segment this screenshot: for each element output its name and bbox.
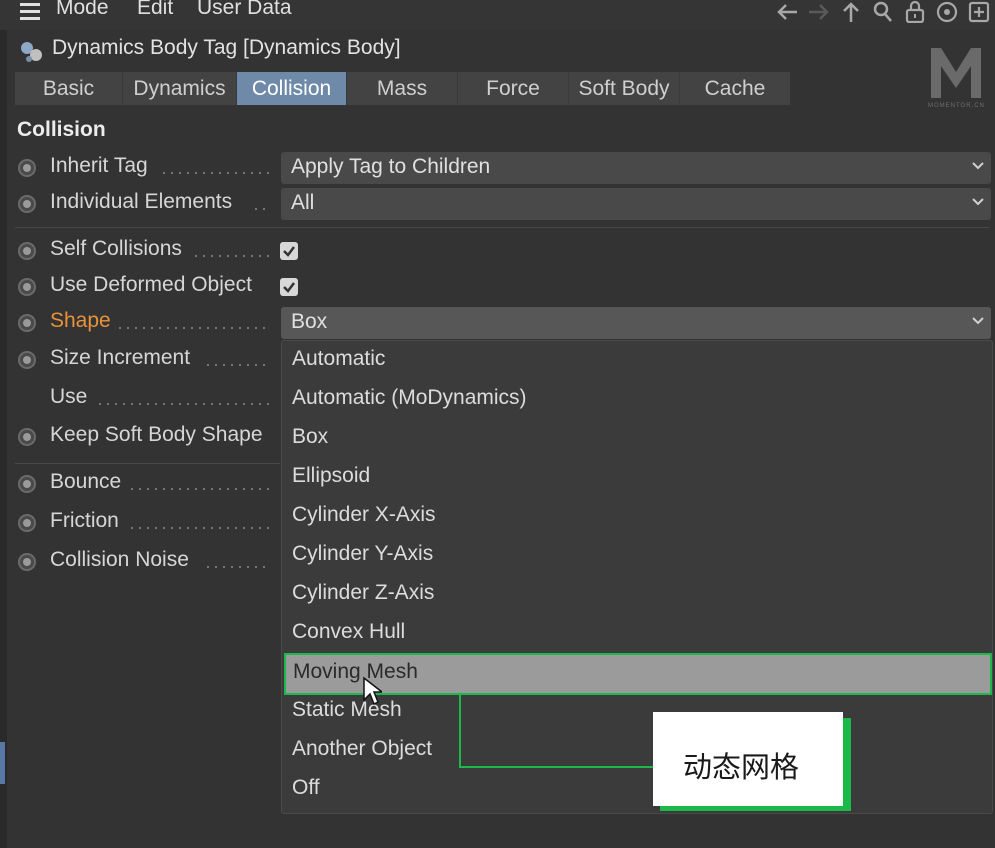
self-collisions-row: Self Collisions (0, 233, 280, 269)
left-panel-indicator (0, 742, 5, 784)
shape-option[interactable]: Convex Hull (292, 620, 405, 644)
tab-mass[interactable]: Mass (347, 72, 458, 105)
tab-bar: Basic Dynamics Collision Mass Force Soft… (15, 72, 790, 105)
animation-radio-icon[interactable] (18, 428, 36, 446)
keep-soft-body-shape-label: Keep Soft Body Shape (50, 423, 263, 446)
shape-option[interactable]: Another Object (292, 737, 432, 761)
animation-radio-icon[interactable] (18, 351, 36, 369)
shape-option[interactable]: Cylinder Y-Axis (292, 542, 433, 566)
chevron-down-icon (972, 162, 984, 170)
shape-option[interactable]: Off (292, 776, 320, 800)
annotation-connector (459, 766, 654, 768)
friction-row: Friction (0, 505, 280, 541)
add-icon[interactable] (967, 1, 991, 23)
target-icon[interactable] (935, 1, 959, 23)
annotation-text: 动态网格 (683, 750, 800, 784)
size-increment-label: Size Increment (50, 346, 191, 369)
label-dots (128, 527, 270, 529)
animation-radio-icon[interactable] (18, 514, 36, 532)
search-icon[interactable] (871, 1, 895, 23)
dynamics-tag-icon (18, 39, 46, 65)
shape-option[interactable]: Ellipsoid (292, 464, 370, 488)
self-collisions-label: Self Collisions (50, 237, 182, 260)
friction-label: Friction (50, 509, 119, 532)
animation-radio-icon[interactable] (18, 242, 36, 260)
self-collisions-checkbox[interactable] (280, 242, 298, 260)
use-label: Use (50, 385, 88, 408)
individual-elements-label: Individual Elements (50, 190, 233, 213)
menu-user-data[interactable]: User Data (197, 0, 292, 20)
animation-radio-icon[interactable] (18, 553, 36, 571)
animation-radio-icon[interactable] (18, 314, 36, 332)
shape-row: Shape (0, 305, 280, 341)
animation-radio-icon[interactable] (18, 159, 36, 177)
annotation-connector (459, 695, 461, 767)
mouse-cursor-icon (362, 676, 385, 711)
shape-option[interactable]: Cylinder X-Axis (292, 503, 436, 527)
animation-radio-icon[interactable] (18, 475, 36, 493)
inherit-tag-row: Inherit Tag (0, 150, 280, 186)
inherit-tag-value: Apply Tag to Children (291, 155, 491, 178)
collision-noise-label: Collision Noise (50, 548, 189, 571)
label-dots (96, 403, 270, 405)
label-dots (116, 327, 270, 329)
shape-option[interactable]: Automatic (292, 347, 385, 371)
hamburger-menu-icon[interactable] (20, 3, 40, 20)
shape-value: Box (291, 310, 328, 333)
tab-collision[interactable]: Collision (237, 72, 347, 105)
forward-arrow-icon[interactable] (807, 1, 831, 23)
tag-title: Dynamics Body Tag [Dynamics Body] (52, 36, 401, 59)
up-arrow-icon[interactable] (839, 1, 863, 23)
divider (15, 463, 280, 464)
divider (15, 227, 990, 228)
lock-icon[interactable] (903, 0, 927, 24)
menu-mode[interactable]: Mode (56, 0, 109, 20)
size-increment-row: Size Increment (0, 342, 280, 378)
use-deformed-object-checkbox[interactable] (280, 278, 298, 296)
label-dots (204, 364, 270, 366)
use-deformed-object-row: Use Deformed Object (0, 269, 280, 305)
bounce-row: Bounce (0, 466, 280, 502)
inherit-tag-label: Inherit Tag (50, 154, 148, 177)
momentor-logo (926, 40, 986, 110)
label-dots (204, 566, 270, 568)
individual-elements-row: Individual Elements (0, 186, 280, 222)
shape-option[interactable]: Automatic (MoDynamics) (292, 386, 527, 410)
menu-bar: Mode Edit User Data (0, 0, 995, 30)
chevron-down-icon (972, 198, 984, 206)
tab-basic[interactable]: Basic (15, 72, 123, 105)
shape-label: Shape (50, 309, 111, 332)
bounce-label: Bounce (50, 470, 122, 493)
logo-subtext: MOMENTOR.CN (928, 103, 985, 109)
label-dots (252, 208, 270, 210)
tab-force[interactable]: Force (458, 72, 569, 105)
toolbar-icons (775, 0, 991, 24)
highlighted-option-label: Moving Mesh (293, 660, 418, 683)
individual-elements-value: All (291, 191, 315, 214)
tab-soft-body[interactable]: Soft Body (569, 72, 680, 105)
shape-select[interactable]: Box (281, 307, 991, 339)
inherit-tag-select[interactable]: Apply Tag to Children (281, 152, 991, 184)
label-dots (192, 255, 270, 257)
use-row: Use (0, 381, 280, 417)
checkmark-icon (283, 282, 295, 293)
label-dots (160, 172, 270, 174)
collision-noise-row: Collision Noise (0, 544, 280, 580)
section-heading: Collision (17, 118, 106, 141)
individual-elements-select[interactable]: All (281, 188, 991, 220)
animation-radio-icon[interactable] (18, 195, 36, 213)
tab-dynamics[interactable]: Dynamics (123, 72, 237, 105)
chevron-down-icon (972, 317, 984, 325)
back-arrow-icon[interactable] (775, 1, 799, 23)
shape-option[interactable]: Box (292, 425, 328, 449)
use-deformed-object-label: Use Deformed Object (50, 273, 252, 296)
label-dots (128, 488, 270, 490)
animation-radio-icon[interactable] (18, 278, 36, 296)
menu-edit[interactable]: Edit (137, 0, 173, 20)
keep-soft-body-shape-row: Keep Soft Body Shape (0, 419, 280, 455)
tab-cache[interactable]: Cache (680, 72, 790, 105)
shape-option[interactable]: Cylinder Z-Axis (292, 581, 434, 605)
shape-option[interactable]: Static Mesh (292, 698, 402, 722)
checkmark-icon (283, 246, 295, 257)
